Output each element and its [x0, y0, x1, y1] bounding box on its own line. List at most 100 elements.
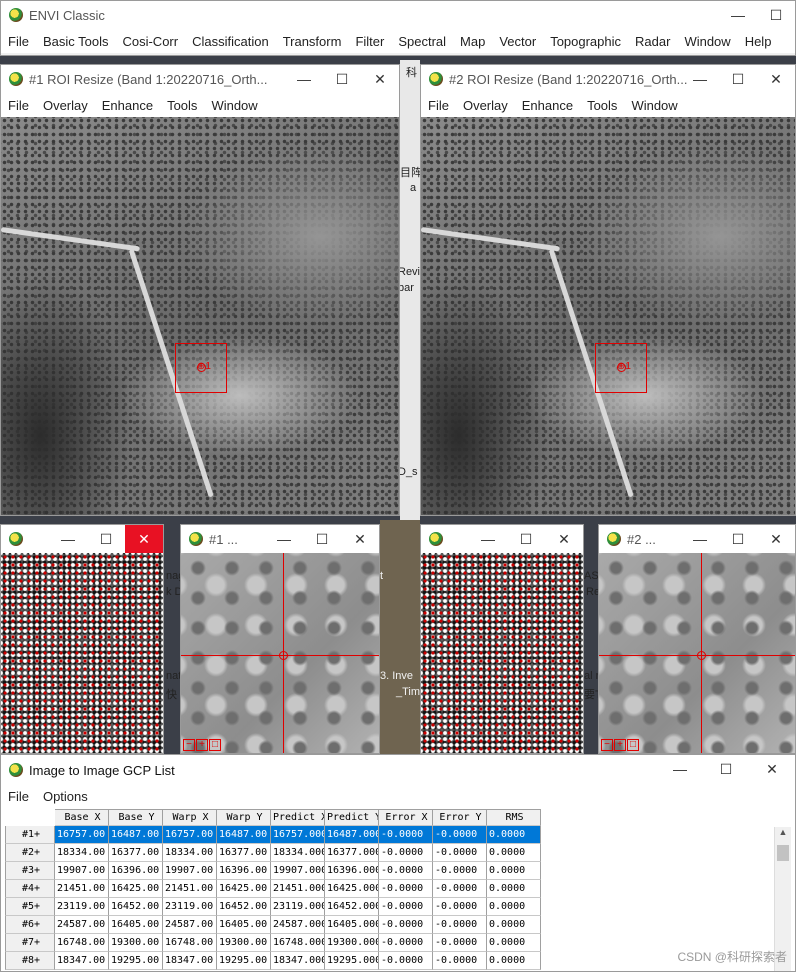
zoom-out-icon[interactable]: − [601, 739, 613, 751]
table-cell[interactable]: 16396.00 [109, 862, 163, 880]
table-cell[interactable]: 0.0000 [487, 916, 541, 934]
table-cell[interactable]: 0.0000 [487, 898, 541, 916]
table-cell[interactable]: -0.0000 [379, 952, 433, 970]
table-cell[interactable]: 16487.00 [109, 826, 163, 844]
table-cell[interactable]: 16405.000 [325, 916, 379, 934]
table-row[interactable]: #2+ 18334.00 16377.00 18334.00 16377.00 18334… [5, 844, 541, 862]
table-cell[interactable]: 16377.00 [109, 844, 163, 862]
table-cell[interactable]: 16425.00 [217, 880, 271, 898]
table-cell[interactable]: 19295.000 [325, 952, 379, 970]
display1-image-canvas[interactable]: ⊕1 [1, 117, 399, 515]
scroll1-canvas[interactable] [1, 553, 163, 753]
menu-classification[interactable]: Classification [185, 34, 276, 49]
table-row[interactable]: #8+ 18347.00 19295.00 18347.00 19295.00 18347… [5, 952, 541, 970]
table-cell[interactable]: 19300.00 [109, 934, 163, 952]
table-cell[interactable]: 23119.00 [55, 898, 109, 916]
table-cell[interactable]: -0.0000 [379, 862, 433, 880]
display1-titlebar[interactable]: #1 ROI Resize (Band 1:20220716_Orth... —… [1, 65, 399, 93]
table-cell[interactable]: 19907.00 [163, 862, 217, 880]
zoom-in-icon[interactable]: + [196, 739, 208, 751]
zoom1-canvas[interactable]: − + □ [181, 553, 379, 753]
minimize-icon[interactable]: — [719, 1, 757, 29]
menu-window[interactable]: Window [677, 34, 737, 49]
column-header[interactable]: Predict X [271, 809, 325, 826]
column-header[interactable]: Predict Y [325, 809, 379, 826]
table-cell[interactable]: 19295.00 [217, 952, 271, 970]
close-icon[interactable]: ✕ [361, 65, 399, 93]
table-cell[interactable]: 16757.00 [163, 826, 217, 844]
close-icon[interactable]: ✕ [341, 525, 379, 553]
menu-basic-tools[interactable]: Basic Tools [36, 34, 116, 49]
maximize-icon[interactable]: ☐ [703, 755, 749, 783]
gcp-menu-options[interactable]: Options [36, 789, 95, 804]
display2-menu-enhance[interactable]: Enhance [515, 98, 580, 113]
menu-radar[interactable]: Radar [628, 34, 677, 49]
table-cell[interactable]: 16377.00 [217, 844, 271, 862]
scroll-up-icon[interactable]: ▲ [775, 827, 791, 843]
table-cell[interactable]: 21451.000 [271, 880, 325, 898]
table-cell[interactable]: 16748.00 [163, 934, 217, 952]
row-label[interactable]: #2+ [5, 844, 55, 862]
table-cell[interactable]: 16377.000 [325, 844, 379, 862]
table-cell[interactable]: -0.0000 [433, 898, 487, 916]
table-cell[interactable]: 18347.00 [163, 952, 217, 970]
menu-file[interactable]: File [1, 34, 36, 49]
close-icon[interactable]: ✕ [757, 525, 795, 553]
row-label[interactable]: #4+ [5, 880, 55, 898]
maximize-icon[interactable]: ☐ [87, 525, 125, 553]
display2-menu-overlay[interactable]: Overlay [456, 98, 515, 113]
table-cell[interactable]: 18334.00 [163, 844, 217, 862]
table-cell[interactable]: 18334.00 [55, 844, 109, 862]
menu-map[interactable]: Map [453, 34, 492, 49]
table-cell[interactable]: 19300.00 [217, 934, 271, 952]
minimize-icon[interactable]: — [681, 525, 719, 553]
gcp-marker[interactable] [279, 651, 288, 660]
table-cell[interactable]: 18347.00 [55, 952, 109, 970]
table-cell[interactable]: 16748.000 [271, 934, 325, 952]
table-cell[interactable]: 16757.000 [271, 826, 325, 844]
zoom-in-icon[interactable]: + [614, 739, 626, 751]
table-cell[interactable]: 0.0000 [487, 952, 541, 970]
column-header[interactable]: Warp X [163, 809, 217, 826]
maximize-icon[interactable]: ☐ [507, 525, 545, 553]
table-cell[interactable]: 0.0000 [487, 934, 541, 952]
row-label[interactable]: #5+ [5, 898, 55, 916]
table-cell[interactable]: 19907.000 [271, 862, 325, 880]
scroll-thumb[interactable] [777, 845, 789, 861]
table-cell[interactable]: 24587.000 [271, 916, 325, 934]
row-label[interactable]: #3+ [5, 862, 55, 880]
table-cell[interactable]: -0.0000 [433, 880, 487, 898]
gcp-titlebar[interactable]: Image to Image GCP List — ☐ ✕ [1, 755, 795, 785]
row-label[interactable]: #6+ [5, 916, 55, 934]
table-cell[interactable]: 16487.000 [325, 826, 379, 844]
maximize-icon[interactable]: ☐ [757, 1, 795, 29]
table-row[interactable]: #6+ 24587.00 16405.00 24587.00 16405.00 24587… [5, 916, 541, 934]
table-cell[interactable]: -0.0000 [379, 898, 433, 916]
table-cell[interactable]: 21451.00 [163, 880, 217, 898]
table-cell[interactable]: -0.0000 [379, 826, 433, 844]
table-cell[interactable]: 16452.00 [109, 898, 163, 916]
column-header[interactable]: Warp Y [217, 809, 271, 826]
table-cell[interactable]: 23119.00 [163, 898, 217, 916]
table-cell[interactable]: 0.0000 [487, 862, 541, 880]
table-cell[interactable]: -0.0000 [433, 916, 487, 934]
main-titlebar[interactable]: ENVI Classic — ☐ [1, 1, 795, 29]
display2-menu-file[interactable]: File [421, 98, 456, 113]
scroll2-titlebar[interactable]: — ☐ ✕ [421, 525, 583, 553]
close-icon[interactable]: ✕ [757, 65, 795, 93]
gcp-menu-file[interactable]: File [1, 789, 36, 804]
table-cell[interactable]: 19300.000 [325, 934, 379, 952]
table-cell[interactable]: 19295.00 [109, 952, 163, 970]
table-cell[interactable]: 24587.00 [163, 916, 217, 934]
table-row[interactable]: #3+ 19907.00 16396.00 19907.00 16396.00 19907… [5, 862, 541, 880]
table-cell[interactable]: -0.0000 [433, 934, 487, 952]
table-cell[interactable]: -0.0000 [433, 844, 487, 862]
display1-menu-tools[interactable]: Tools [160, 98, 204, 113]
zoom2-titlebar[interactable]: #2 ... — ☐ ✕ [599, 525, 795, 553]
menu-transform[interactable]: Transform [276, 34, 349, 49]
close-icon[interactable]: ✕ [545, 525, 583, 553]
table-cell[interactable]: 16487.00 [217, 826, 271, 844]
display2-menu-window[interactable]: Window [624, 98, 684, 113]
maximize-icon[interactable]: ☐ [323, 65, 361, 93]
table-row[interactable]: #5+ 23119.00 16452.00 23119.00 16452.00 23119… [5, 898, 541, 916]
